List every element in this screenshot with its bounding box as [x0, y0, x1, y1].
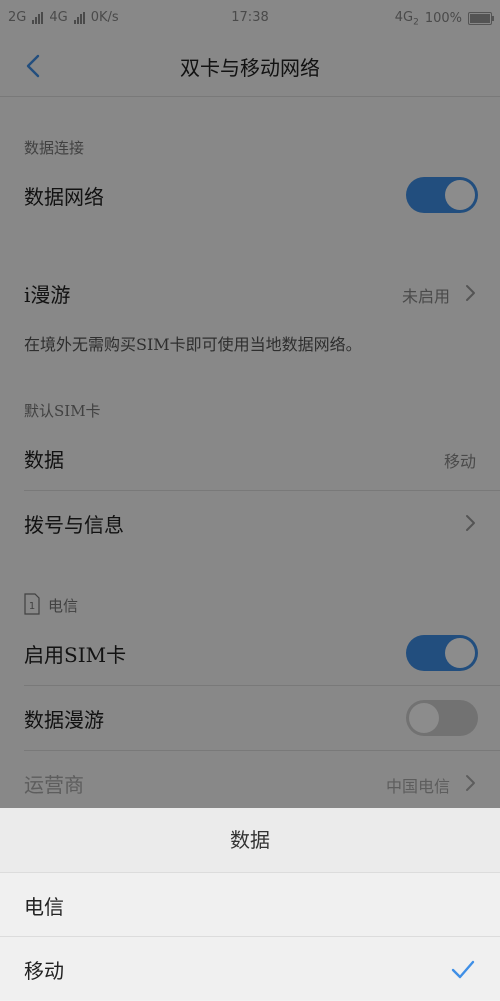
sheet-option-mobile[interactable]: 移动 — [0, 937, 500, 1001]
data-sim-picker-sheet: 数据 电信 移动 — [0, 808, 500, 1000]
check-icon — [451, 960, 475, 979]
sheet-title: 数据 — [0, 808, 500, 873]
option-label: 电信 — [24, 895, 64, 919]
sheet-option-telecom[interactable]: 电信 — [0, 873, 500, 937]
option-label: 移动 — [24, 959, 64, 983]
